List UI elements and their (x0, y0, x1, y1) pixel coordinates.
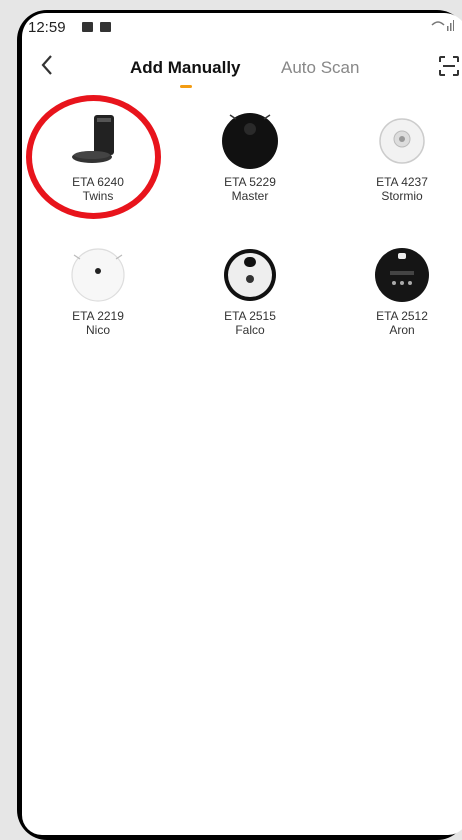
gallery-icon (82, 22, 93, 32)
device-name: Twins (82, 189, 114, 203)
device-item-eta-2515[interactable]: ETA 2515 Falco (185, 243, 315, 337)
device-item-eta-2219[interactable]: ETA 2219 Nico (33, 243, 163, 337)
robot-vacuum-icon (68, 243, 128, 303)
device-model: ETA 2512 (376, 309, 428, 323)
status-bar: 12:59 (22, 13, 462, 41)
robot-dock-icon (68, 109, 128, 169)
tab-auto-scan[interactable]: Auto Scan (281, 58, 359, 78)
device-name: Nico (85, 323, 110, 337)
device-model: ETA 6240 (72, 175, 124, 189)
device-item-eta-5229[interactable]: ETA 5229 Master (185, 109, 315, 203)
device-model: ETA 2515 (224, 309, 276, 323)
notification-icon (100, 22, 111, 32)
device-name: Falco (235, 323, 265, 337)
status-time: 12:59 (28, 19, 66, 36)
chevron-left-icon[interactable] (40, 53, 54, 84)
top-navigation: Add Manually Auto Scan (22, 53, 462, 93)
device-item-eta-4237[interactable]: ETA 4237 Stormio (337, 109, 462, 203)
device-item-eta-2512[interactable]: ETA 2512 Aron (337, 243, 462, 337)
robot-vacuum-icon (220, 243, 280, 303)
robot-vacuum-icon (372, 109, 432, 169)
device-model: ETA 4237 (376, 175, 428, 189)
device-item-eta-6240[interactable]: ETA 6240 Twins (33, 109, 163, 203)
signal-icon (430, 19, 454, 34)
tab-add-manually[interactable]: Add Manually (130, 58, 241, 78)
active-tab-indicator (180, 85, 192, 88)
device-name: Aron (389, 323, 415, 337)
scan-icon[interactable] (438, 55, 460, 77)
device-name: Stormio (381, 189, 423, 203)
app-screen: 12:59 Add Manually Auto Scan ETA 6240 Tw… (22, 13, 462, 835)
device-name: Master (231, 189, 269, 203)
device-model: ETA 2219 (72, 309, 124, 323)
robot-vacuum-icon (372, 243, 432, 303)
robot-vacuum-icon (220, 109, 280, 169)
device-model: ETA 5229 (224, 175, 276, 189)
